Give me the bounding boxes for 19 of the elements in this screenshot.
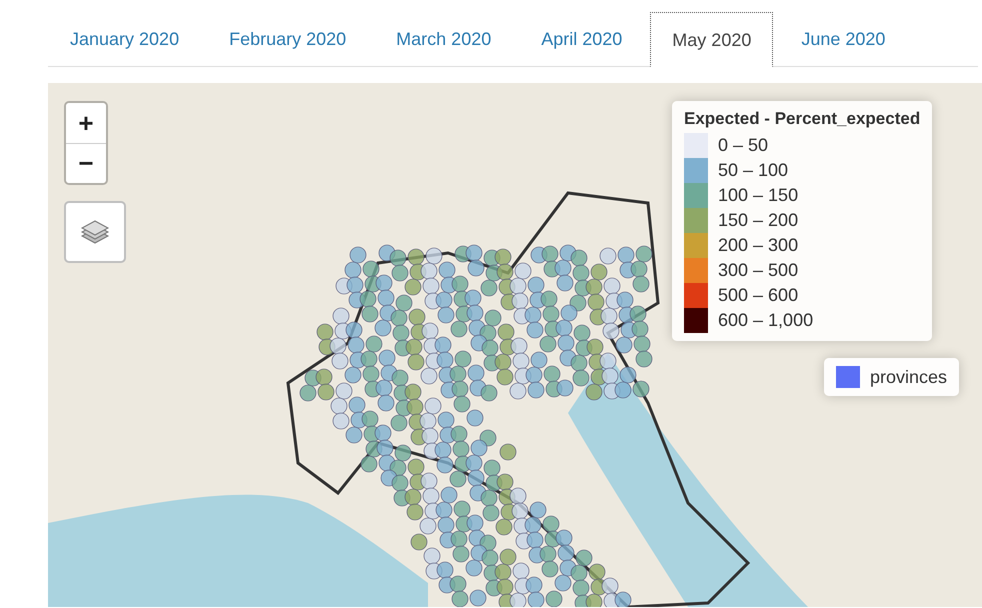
legend-label: 500 – 600: [718, 285, 798, 306]
legend-label: 200 – 300: [718, 235, 798, 256]
legend-label: 150 – 200: [718, 210, 798, 231]
layers-button[interactable]: [64, 201, 126, 263]
month-tab[interactable]: April 2020: [519, 12, 644, 66]
legend-label: 100 – 150: [718, 185, 798, 206]
month-tab[interactable]: February 2020: [207, 12, 368, 66]
legend-label: 300 – 500: [718, 260, 798, 281]
month-tab[interactable]: January 2020: [48, 12, 202, 66]
month-tab[interactable]: June 2020: [779, 12, 908, 66]
month-tab[interactable]: May 2020: [650, 12, 774, 67]
zoom-in-button[interactable]: +: [66, 103, 106, 143]
legend-title: Expected - Percent_expected: [684, 109, 920, 129]
legend-label: 600 – 1,000: [718, 310, 814, 331]
month-tab[interactable]: March 2020: [374, 12, 514, 66]
legend-label: 0 – 50: [718, 135, 768, 156]
legend-label: provinces: [870, 366, 948, 388]
zoom-out-button[interactable]: −: [66, 143, 106, 183]
legend-label: 50 – 100: [718, 160, 788, 181]
